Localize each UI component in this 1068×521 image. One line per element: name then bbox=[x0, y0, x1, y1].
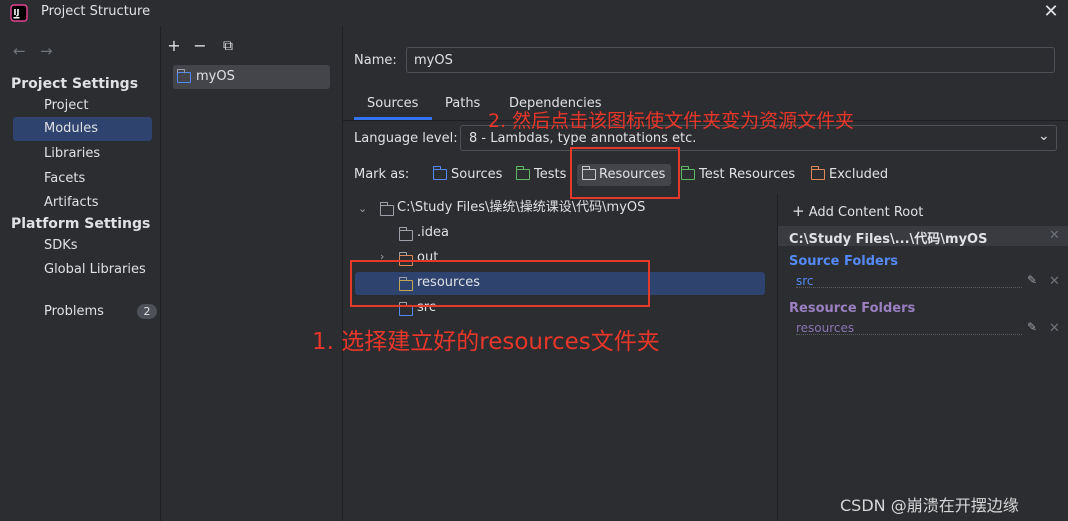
tree-root-item[interactable]: C:\Study Files\操统\操统课设\代码\myOS bbox=[397, 197, 645, 219]
mark-as-label: Mark as: bbox=[354, 167, 410, 182]
annotation-step-1: 1. 选择建立好的resources文件夹 bbox=[312, 329, 660, 355]
add-content-root-button[interactable]: + Add Content Root bbox=[792, 202, 923, 220]
nav-item-libraries[interactable]: Libraries bbox=[13, 142, 152, 166]
chevron-down-icon[interactable]: ⌄ bbox=[358, 202, 367, 215]
mark-sources-label: Sources bbox=[451, 167, 503, 182]
annotation-box-resources-button bbox=[570, 147, 680, 199]
nav-item-project[interactable]: Project bbox=[13, 94, 152, 118]
nav-item-sdks[interactable]: SDKs bbox=[13, 234, 152, 258]
add-icon[interactable]: + bbox=[165, 38, 183, 56]
chevron-down-icon: ⌄ bbox=[1038, 128, 1050, 144]
module-list-panel bbox=[161, 26, 342, 521]
mark-excluded-button[interactable]: Excluded bbox=[810, 164, 889, 186]
divider bbox=[796, 287, 1022, 288]
remove-source-icon[interactable]: ✕ bbox=[1049, 274, 1060, 289]
mark-tests-label: Tests bbox=[534, 167, 567, 182]
source-folders-heading: Source Folders bbox=[789, 254, 899, 269]
edit-pencil-icon[interactable]: ✎ bbox=[1027, 320, 1037, 334]
annotation-box-resources-folder bbox=[350, 260, 650, 307]
language-level-value: 8 - Lambdas, type annotations etc. bbox=[469, 131, 697, 146]
remove-resource-icon[interactable]: ✕ bbox=[1049, 321, 1060, 336]
close-icon[interactable]: ✕ bbox=[1040, 2, 1062, 24]
forward-arrow-icon[interactable]: → bbox=[40, 42, 53, 60]
nav-item-modules[interactable]: Modules bbox=[13, 117, 152, 141]
window-title: Project Structure bbox=[41, 4, 151, 19]
mark-test-resources-button[interactable]: Test Resources bbox=[680, 164, 796, 186]
edit-pencil-icon[interactable]: ✎ bbox=[1027, 273, 1037, 287]
nav-item-facets[interactable]: Facets bbox=[13, 167, 152, 191]
content-tree bbox=[343, 194, 777, 521]
add-content-root-label: Add Content Root bbox=[808, 205, 924, 220]
module-name: myOS bbox=[196, 69, 235, 84]
mark-excluded-label: Excluded bbox=[829, 167, 889, 182]
excluded-folder-icon bbox=[810, 166, 825, 180]
folder-icon bbox=[398, 227, 413, 241]
language-level-label: Language level: bbox=[354, 131, 458, 146]
tab-sources[interactable]: Sources bbox=[367, 96, 418, 111]
tree-item-idea[interactable]: .idea bbox=[417, 222, 449, 244]
tests-folder-icon bbox=[515, 166, 530, 180]
divider bbox=[796, 334, 1022, 335]
sources-folder-icon bbox=[432, 166, 447, 180]
nav-item-artifacts[interactable]: Artifacts bbox=[13, 191, 152, 215]
source-folder-entry: src bbox=[796, 274, 814, 288]
module-folder-icon bbox=[176, 69, 191, 83]
watermark: CSDN @崩溃在开摆边缘 bbox=[840, 496, 1019, 515]
add-icon: + bbox=[792, 202, 805, 220]
tab-paths[interactable]: Paths bbox=[445, 96, 480, 111]
mark-tests-button[interactable]: Tests bbox=[515, 164, 567, 186]
mark-test-resources-label: Test Resources bbox=[699, 167, 796, 182]
remove-root-icon[interactable]: ✕ bbox=[1049, 228, 1060, 243]
nav-item-problems[interactable]: Problems bbox=[13, 300, 152, 324]
test-resources-folder-icon bbox=[680, 166, 695, 180]
module-name-field[interactable] bbox=[406, 47, 1055, 73]
resource-folder-entry: resources bbox=[796, 321, 855, 335]
annotation-step-2: 2. 然后点击该图标使文件夹变为资源文件夹 bbox=[488, 110, 855, 132]
resource-folders-heading: Resource Folders bbox=[789, 301, 916, 316]
intellij-app-icon: IJ bbox=[10, 4, 28, 22]
svg-text:IJ: IJ bbox=[14, 8, 20, 17]
content-root-path: C:\Study Files\...\代码\myOS bbox=[789, 232, 988, 247]
platform-settings-header: Platform Settings bbox=[11, 216, 151, 232]
name-label: Name: bbox=[354, 53, 397, 68]
mark-sources-button[interactable]: Sources bbox=[432, 164, 503, 186]
copy-icon[interactable]: ⧉ bbox=[219, 38, 237, 56]
title-bar bbox=[0, 0, 1068, 26]
project-settings-header: Project Settings bbox=[11, 76, 139, 92]
problems-count-badge: 2 bbox=[137, 304, 157, 319]
back-arrow-icon[interactable]: ← bbox=[13, 42, 26, 60]
remove-icon[interactable]: − bbox=[191, 38, 209, 56]
folder-icon bbox=[379, 202, 394, 216]
nav-item-global-libraries[interactable]: Global Libraries bbox=[13, 258, 152, 282]
